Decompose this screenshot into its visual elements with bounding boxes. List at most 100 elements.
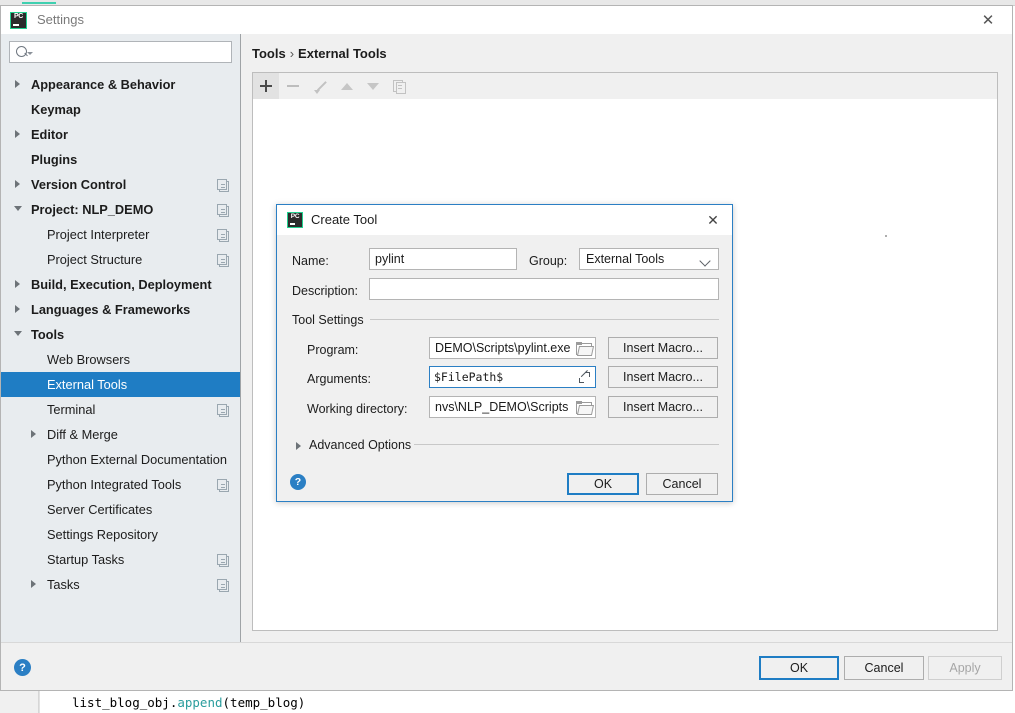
sidebar-item-label: Project: NLP_DEMO	[31, 202, 154, 217]
sidebar-item-plugins[interactable]: Plugins	[1, 147, 240, 172]
sidebar-item-label: Python Integrated Tools	[47, 477, 182, 492]
add-button[interactable]	[253, 73, 279, 99]
copy-settings-icon[interactable]	[217, 204, 229, 217]
sidebar-item-label: Startup Tasks	[47, 552, 125, 567]
sidebar-item-label: Python External Documentation	[47, 452, 227, 467]
settings-sidebar: Appearance & Behavior Keymap Editor Plugins…	[1, 34, 241, 643]
sidebar-item-settings-repository[interactable]: Settings Repository	[1, 522, 240, 547]
sidebar-item-appearance-behavior[interactable]: Appearance & Behavior	[1, 72, 240, 97]
sidebar-item-label: Project Structure	[47, 252, 143, 267]
sidebar-item-editor[interactable]: Editor	[1, 122, 240, 147]
tool-settings-divider	[369, 319, 719, 320]
chevron-right-icon[interactable]	[296, 442, 301, 450]
sidebar-item-startup-tasks[interactable]: Startup Tasks	[1, 547, 240, 572]
copy-settings-icon[interactable]	[217, 254, 229, 267]
program-input[interactable]: DEMO\Scripts\pylint.exe	[429, 337, 596, 359]
chevron-right-icon[interactable]	[15, 305, 20, 313]
sidebar-item-languages-frameworks[interactable]: Languages & Frameworks	[1, 297, 240, 322]
search-icon	[16, 46, 27, 57]
sidebar-item-label: Build, Execution, Deployment	[31, 277, 212, 292]
breadcrumb: Tools › External Tools	[252, 46, 387, 61]
minus-icon	[287, 85, 299, 87]
sidebar-item-project-nlp-demo[interactable]: Project: NLP_DEMO	[1, 197, 240, 222]
chevron-right-icon[interactable]	[31, 580, 36, 588]
sidebar-item-tasks[interactable]: Tasks	[1, 572, 240, 597]
sidebar-item-keymap[interactable]: Keymap	[1, 97, 240, 122]
sidebar-item-label: Terminal	[47, 402, 96, 417]
copy-settings-icon[interactable]	[217, 579, 229, 592]
dialog-cancel-button[interactable]: Cancel	[646, 473, 718, 495]
name-label: Name:	[292, 254, 329, 268]
insert-macro-button-program[interactable]: Insert Macro...	[608, 337, 718, 359]
sidebar-item-version-control[interactable]: Version Control	[1, 172, 240, 197]
dialog-help-icon[interactable]: ?	[290, 474, 306, 490]
advanced-options-toggle[interactable]: Advanced Options	[309, 438, 411, 452]
working-directory-input-value: nvs\NLP_DEMO\Scripts	[435, 400, 569, 414]
chevron-down-icon[interactable]	[14, 331, 22, 336]
pycharm-icon: PC	[10, 12, 27, 29]
arguments-input[interactable]: $FilePath$	[429, 366, 596, 388]
sidebar-item-label: Plugins	[31, 152, 78, 167]
working-directory-input[interactable]: nvs\NLP_DEMO\Scripts	[429, 396, 596, 418]
description-input[interactable]	[369, 278, 719, 300]
insert-macro-button-working-directory[interactable]: Insert Macro...	[608, 396, 718, 418]
copy-settings-icon[interactable]	[217, 404, 229, 417]
sidebar-item-project-structure[interactable]: Project Structure	[1, 247, 240, 272]
chevron-right-icon[interactable]	[15, 280, 20, 288]
sidebar-item-label: Tools	[31, 327, 65, 342]
description-label: Description:	[292, 284, 358, 298]
create-tool-dialog: PC Create Tool ✕ Name: Group: External T…	[276, 204, 887, 502]
search-box[interactable]	[9, 41, 232, 64]
sidebar-item-external-tools[interactable]: External Tools	[1, 372, 240, 397]
close-icon[interactable]: ✕	[970, 9, 1006, 31]
sidebar-item-build-execution-deployment[interactable]: Build, Execution, Deployment	[1, 272, 240, 297]
dialog-ok-button[interactable]: OK	[567, 473, 639, 495]
copy-settings-icon[interactable]	[217, 479, 229, 492]
edit-button	[307, 73, 333, 99]
sidebar-item-label: Tasks	[47, 577, 80, 592]
folder-browse-icon[interactable]	[576, 401, 595, 415]
sidebar-item-diff-merge[interactable]: Diff & Merge	[1, 422, 240, 447]
folder-browse-icon[interactable]	[576, 342, 595, 356]
chevron-down-icon[interactable]	[14, 206, 22, 211]
chevron-right-icon[interactable]	[15, 80, 20, 88]
chevron-right-icon[interactable]	[15, 130, 20, 138]
help-icon[interactable]: ?	[14, 659, 31, 676]
arguments-input-value: $FilePath$	[434, 370, 504, 384]
window-title: Settings	[37, 12, 84, 27]
insert-macro-button-arguments[interactable]: Insert Macro...	[608, 366, 718, 388]
arguments-label: Arguments:	[307, 372, 371, 386]
tool-settings-group-label: Tool Settings	[292, 313, 370, 327]
copy-settings-icon[interactable]	[217, 554, 229, 567]
copy-settings-icon[interactable]	[217, 179, 229, 192]
chevron-right-icon[interactable]	[31, 430, 36, 438]
sidebar-item-web-browsers[interactable]: Web Browsers	[1, 347, 240, 372]
name-input[interactable]	[369, 248, 517, 270]
window-titlebar: PC Settings ✕	[1, 6, 1012, 35]
sidebar-item-python-integrated-tools[interactable]: Python Integrated Tools	[1, 472, 240, 497]
remove-button	[280, 73, 306, 99]
search-input[interactable]	[32, 42, 229, 64]
breadcrumb-parent[interactable]: Tools	[252, 46, 286, 61]
sidebar-item-python-external-documentation[interactable]: Python External Documentation	[1, 447, 240, 472]
group-select[interactable]: External Tools	[579, 248, 719, 270]
pycharm-icon: PC	[287, 212, 303, 228]
sidebar-item-label: Server Certificates	[47, 502, 153, 517]
cancel-button[interactable]: Cancel	[844, 656, 924, 680]
ok-button[interactable]: OK	[759, 656, 839, 680]
sidebar-item-terminal[interactable]: Terminal	[1, 397, 240, 422]
dialog-close-icon[interactable]: ✕	[702, 210, 724, 230]
expand-editor-icon[interactable]	[579, 372, 590, 383]
sidebar-item-server-certificates[interactable]: Server Certificates	[1, 497, 240, 522]
dialog-title: Create Tool	[311, 212, 378, 227]
code-object: list_blog_obj.	[72, 695, 178, 710]
copy-settings-icon[interactable]	[217, 229, 229, 242]
sidebar-item-label: Version Control	[31, 177, 127, 192]
pencil-icon	[313, 80, 327, 94]
search-container	[1, 34, 240, 69]
chevron-right-icon[interactable]	[15, 180, 20, 188]
copy-button	[386, 73, 412, 99]
sidebar-item-tools[interactable]: Tools	[1, 322, 240, 347]
sidebar-item-project-interpreter[interactable]: Project Interpreter	[1, 222, 240, 247]
dialog-titlebar: PC Create Tool ✕	[277, 205, 732, 235]
